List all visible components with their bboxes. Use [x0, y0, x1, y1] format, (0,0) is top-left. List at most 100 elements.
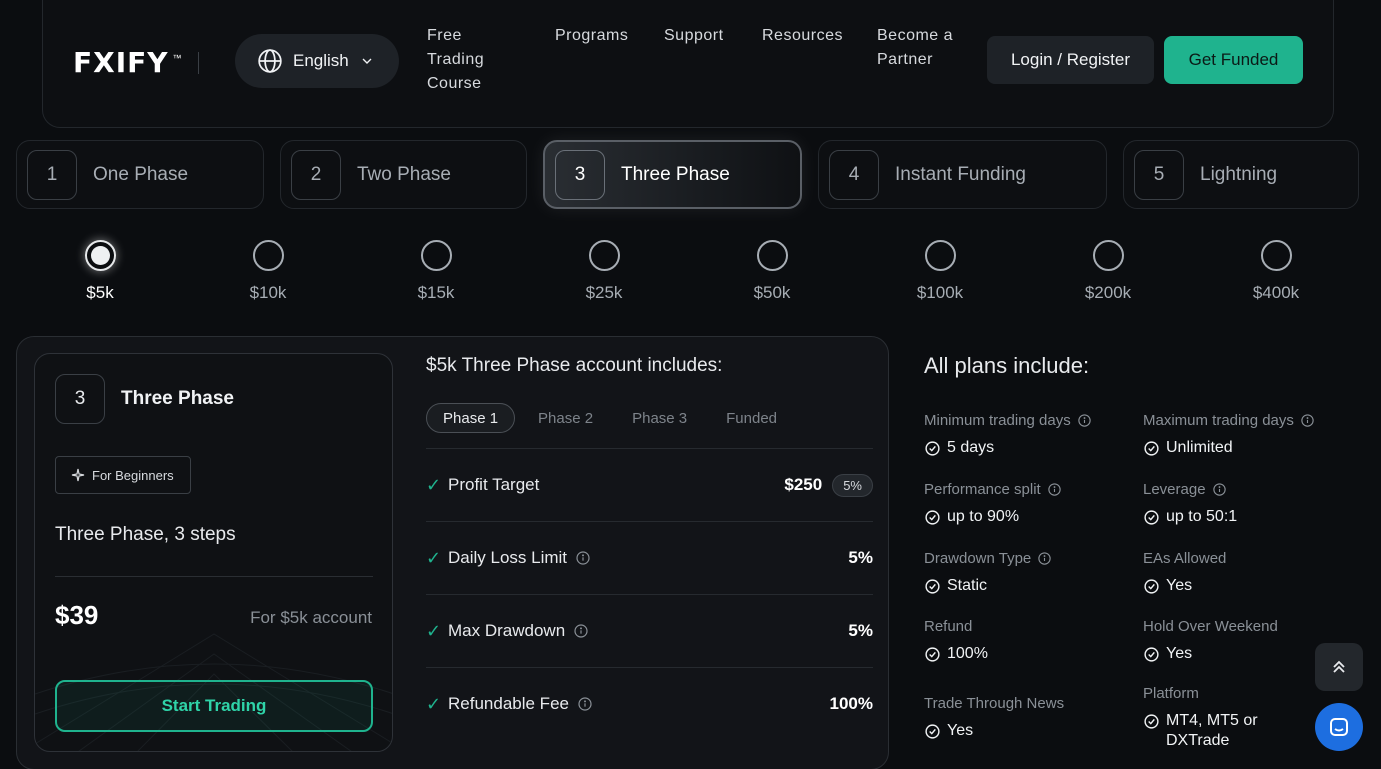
- size-option-400k[interactable]: $400k: [1236, 240, 1316, 303]
- size-option-5k[interactable]: $5k: [60, 240, 140, 303]
- feature-value-text: 5 days: [947, 439, 995, 456]
- feature-eas-allowed: EAs Allowed Yes: [1143, 550, 1353, 596]
- radio-button[interactable]: [84, 240, 116, 271]
- plan-details-panel: 3 Three Phase For Beginners Three Phase,…: [16, 336, 889, 769]
- info-icon[interactable]: [1047, 482, 1062, 497]
- check-icon: ✓: [426, 547, 442, 568]
- size-option-200k[interactable]: $200k: [1068, 240, 1148, 303]
- size-option-25k[interactable]: $25k: [564, 240, 644, 303]
- info-icon[interactable]: [1077, 413, 1092, 428]
- phase-subtabs: Phase 1 Phase 2 Phase 3 Funded: [426, 403, 800, 433]
- radio-button[interactable]: [420, 240, 452, 271]
- rule-percent-badge: 5%: [832, 473, 873, 497]
- scroll-to-top-button[interactable]: [1315, 643, 1363, 691]
- subtab-phase-2[interactable]: Phase 2: [522, 403, 609, 433]
- info-icon[interactable]: [1037, 551, 1052, 566]
- get-funded-button[interactable]: Get Funded: [1164, 36, 1303, 84]
- check-circle-icon: [925, 579, 940, 594]
- rule-label: Max Drawdown: [448, 621, 566, 640]
- feature-value: 100%: [924, 644, 1134, 664]
- check-circle-icon: [925, 724, 940, 739]
- menu-line: Free: [427, 27, 462, 44]
- check-circle-icon: [1144, 714, 1159, 729]
- feature-label: Leverage: [1143, 481, 1353, 498]
- rule-value: 5%: [848, 621, 873, 640]
- rule-value: 100%: [829, 694, 873, 713]
- check-icon: ✓: [426, 620, 442, 641]
- phase-label: Two Phase: [357, 163, 451, 185]
- feature-leverage: Leverage up to 50:1: [1143, 481, 1353, 527]
- menu-support[interactable]: Support: [664, 24, 724, 48]
- subtab-phase-3[interactable]: Phase 3: [616, 403, 703, 433]
- radio-button[interactable]: [252, 240, 284, 271]
- feature-label-text: Refund: [924, 618, 973, 635]
- feature-value: up to 90%: [924, 507, 1134, 527]
- language-selector[interactable]: English: [235, 34, 399, 88]
- info-icon[interactable]: [573, 623, 589, 639]
- chat-launcher-button[interactable]: [1315, 703, 1363, 751]
- includes-title: $5k Three Phase account includes:: [426, 355, 723, 376]
- check-icon: ✓: [426, 693, 442, 714]
- menu-line: Become a: [877, 27, 954, 44]
- feature-label-text: Performance split: [924, 481, 1041, 498]
- size-option-50k[interactable]: $50k: [732, 240, 812, 303]
- phase-number: 5: [1134, 149, 1184, 200]
- radio-button[interactable]: [924, 240, 956, 271]
- feature-label: Maximum trading days: [1143, 412, 1353, 429]
- start-trading-button[interactable]: Start Trading: [55, 680, 373, 732]
- size-label: $10k: [249, 283, 287, 302]
- size-option-10k[interactable]: $10k: [228, 240, 308, 303]
- feature-max-trading-days: Maximum trading days Unlimited: [1143, 412, 1353, 458]
- chevron-down-icon: [362, 58, 372, 64]
- feature-value: 5 days: [924, 438, 1134, 458]
- feature-label: Platform: [1143, 685, 1293, 702]
- tab-one-phase[interactable]: 1 One Phase: [16, 140, 264, 209]
- tab-instant-funding[interactable]: 4 Instant Funding: [818, 140, 1107, 209]
- feature-value-text: Yes: [1166, 645, 1193, 662]
- info-icon[interactable]: [575, 550, 591, 566]
- feature-value: MT4, MT5 or DXTrade: [1143, 711, 1293, 751]
- menu-free-trading-course[interactable]: Free Trading Course: [427, 24, 484, 96]
- radio-button[interactable]: [588, 240, 620, 271]
- subtab-funded[interactable]: Funded: [710, 403, 793, 433]
- tab-three-phase[interactable]: 3 Three Phase: [543, 140, 802, 209]
- menu-resources[interactable]: Resources: [762, 24, 843, 48]
- size-label: $25k: [585, 283, 623, 302]
- subtab-phase-1[interactable]: Phase 1: [426, 403, 516, 433]
- feature-refund: Refund 100%: [924, 618, 1134, 664]
- rule-value: $250: [784, 475, 823, 494]
- login-register-button[interactable]: Login / Register: [987, 36, 1154, 84]
- feature-label-text: EAs Allowed: [1143, 550, 1227, 567]
- size-option-15k[interactable]: $15k: [396, 240, 476, 303]
- rule-label: Profit Target: [448, 475, 540, 494]
- feature-label: Performance split: [924, 481, 1134, 498]
- logo-trademark: ™: [172, 52, 182, 63]
- size-option-100k[interactable]: $100k: [900, 240, 980, 303]
- radio-button[interactable]: [756, 240, 788, 271]
- feature-label-text: Drawdown Type: [924, 550, 1032, 567]
- rule-row-daily-loss-limit: ✓ Daily Loss Limit 5%: [426, 521, 873, 594]
- badge-label: For Beginners: [92, 467, 174, 483]
- info-icon[interactable]: [577, 696, 593, 712]
- info-icon[interactable]: [1300, 413, 1315, 428]
- feature-label-text: Minimum trading days: [924, 412, 1071, 429]
- tab-lightning[interactable]: 5 Lightning: [1123, 140, 1359, 209]
- check-circle-icon: [1144, 510, 1159, 525]
- radio-button[interactable]: [1092, 240, 1124, 271]
- phase-label: Instant Funding: [895, 163, 1026, 185]
- radio-button[interactable]: [1260, 240, 1292, 271]
- radio-dot: [90, 246, 110, 265]
- rule-label: Refundable Fee: [448, 694, 569, 713]
- tab-two-phase[interactable]: 2 Two Phase: [280, 140, 527, 209]
- size-label: $5k: [86, 283, 114, 302]
- menu-become-partner[interactable]: Become a Partner: [877, 24, 953, 72]
- feature-value-text: Yes: [947, 722, 974, 739]
- menu-programs[interactable]: Programs: [555, 24, 628, 48]
- logo[interactable]: FXIFY ™: [73, 46, 199, 79]
- globe-icon: [258, 49, 282, 73]
- feature-value-text: up to 90%: [947, 508, 1020, 525]
- info-icon[interactable]: [1212, 482, 1227, 497]
- phase-label: Lightning: [1200, 163, 1278, 185]
- logo-divider: [197, 51, 199, 74]
- rule-value: 5%: [848, 548, 873, 567]
